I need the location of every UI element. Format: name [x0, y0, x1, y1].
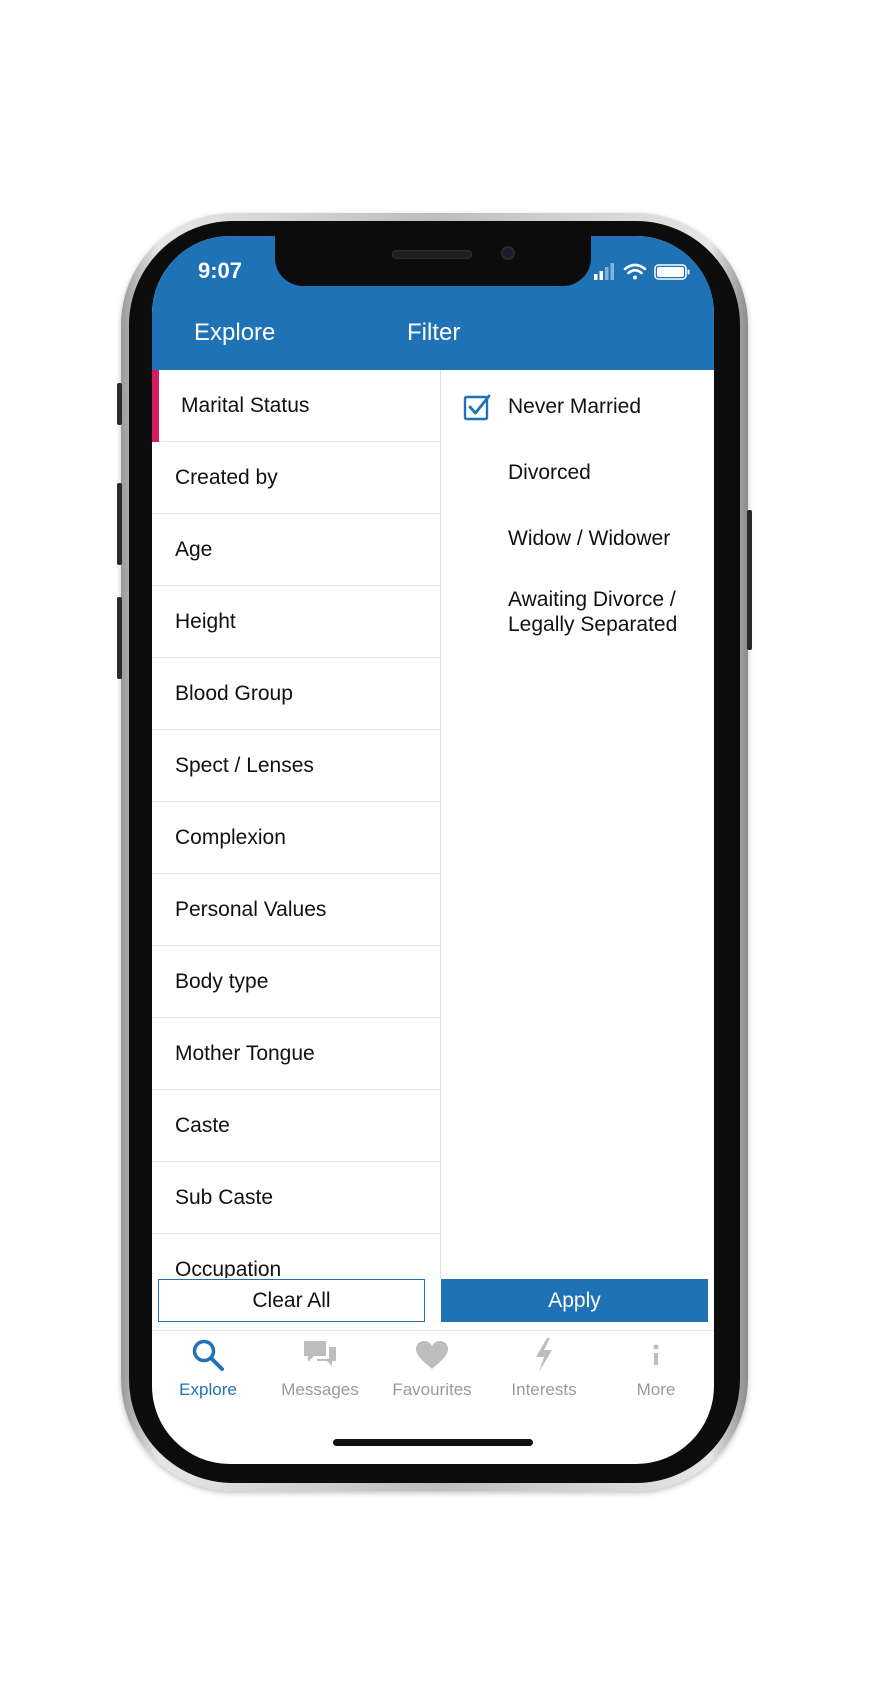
category-label: Marital Status [181, 393, 310, 417]
category-sub-caste[interactable]: Sub Caste [152, 1162, 440, 1234]
apply-button[interactable]: Apply [441, 1279, 708, 1322]
checkbox-checked-icon[interactable] [463, 393, 491, 421]
signal-icon [594, 263, 614, 280]
category-label: Spect / Lenses [175, 753, 314, 777]
category-caste[interactable]: Caste [152, 1090, 440, 1162]
status-time: 9:07 [198, 258, 243, 283]
category-height[interactable]: Height [152, 586, 440, 658]
category-label: Mother Tongue [175, 1041, 315, 1065]
app-screen: 9:07 Explore Filter Marital Status Creat… [152, 236, 714, 1464]
filter-category-list: Marital Status Created by Age Height Blo… [152, 370, 440, 1278]
mute-switch [117, 383, 122, 425]
tab-messages[interactable]: Messages [264, 1331, 376, 1411]
home-indicator [333, 1439, 533, 1446]
category-label: Personal Values [175, 897, 327, 921]
tab-label: Interests [511, 1380, 577, 1399]
category-blood-group[interactable]: Blood Group [152, 658, 440, 730]
tab-label: More [636, 1380, 676, 1399]
category-personal-values[interactable]: Personal Values [152, 874, 440, 946]
volume-up-button [117, 483, 122, 565]
chat-bubbles-icon [304, 1341, 336, 1366]
option-label-line2: Legally Separated [508, 613, 678, 636]
lightning-icon [536, 1338, 552, 1372]
option-divorced[interactable]: Divorced [508, 460, 591, 485]
tab-label: Messages [281, 1380, 359, 1399]
category-label: Occupation [175, 1257, 282, 1279]
option-label-line1: Awaiting Divorce / [508, 588, 676, 611]
bottom-tab-bar: Explore Messages Favourites Interests Mo… [152, 1330, 714, 1421]
wifi-icon [623, 263, 647, 280]
battery-icon [654, 264, 690, 280]
category-label: Complexion [175, 825, 286, 849]
tab-label: Favourites [392, 1380, 472, 1399]
explore-back-title[interactable]: Explore [194, 319, 275, 347]
tab-interests[interactable]: Interests [488, 1331, 600, 1411]
tab-explore[interactable]: Explore [152, 1331, 264, 1411]
category-label: Blood Group [175, 681, 293, 705]
tab-favourites[interactable]: Favourites [376, 1331, 488, 1411]
category-label: Body type [175, 969, 269, 993]
option-widow-widower[interactable]: Widow / Widower [508, 526, 670, 551]
tab-label: Explore [179, 1380, 237, 1399]
category-label: Age [175, 537, 213, 561]
category-complexion[interactable]: Complexion [152, 802, 440, 874]
earpiece-speaker [392, 250, 472, 259]
category-occupation[interactable]: Occupation [152, 1234, 440, 1279]
tab-more[interactable]: More [600, 1331, 712, 1411]
option-never-married[interactable]: Never Married [508, 394, 641, 419]
active-indicator [152, 370, 159, 442]
category-marital-status[interactable]: Marital Status [152, 370, 440, 442]
category-created-by[interactable]: Created by [152, 442, 440, 514]
category-label: Height [175, 609, 236, 633]
heart-icon [416, 1341, 448, 1369]
search-icon [192, 1339, 224, 1371]
clear-all-button[interactable]: Clear All [158, 1279, 425, 1322]
filter-options-list: Never Married Divorced Widow / Widower A… [441, 370, 714, 1278]
category-label: Created by [175, 465, 278, 489]
page-title: Filter [407, 319, 461, 346]
category-spect-lenses[interactable]: Spect / Lenses [152, 730, 440, 802]
camera-notch [275, 236, 591, 286]
category-label: Caste [175, 1113, 230, 1137]
category-mother-tongue[interactable]: Mother Tongue [152, 1018, 440, 1090]
status-icons [594, 263, 690, 280]
info-icon [653, 1344, 659, 1365]
option-awaiting-divorce[interactable]: Awaiting Divorce / Legally Separated [508, 587, 677, 637]
volume-down-button [117, 597, 122, 679]
category-age[interactable]: Age [152, 514, 440, 586]
category-label: Sub Caste [175, 1185, 274, 1209]
power-button [747, 510, 752, 650]
category-body-type[interactable]: Body type [152, 946, 440, 1018]
front-camera [501, 246, 515, 260]
